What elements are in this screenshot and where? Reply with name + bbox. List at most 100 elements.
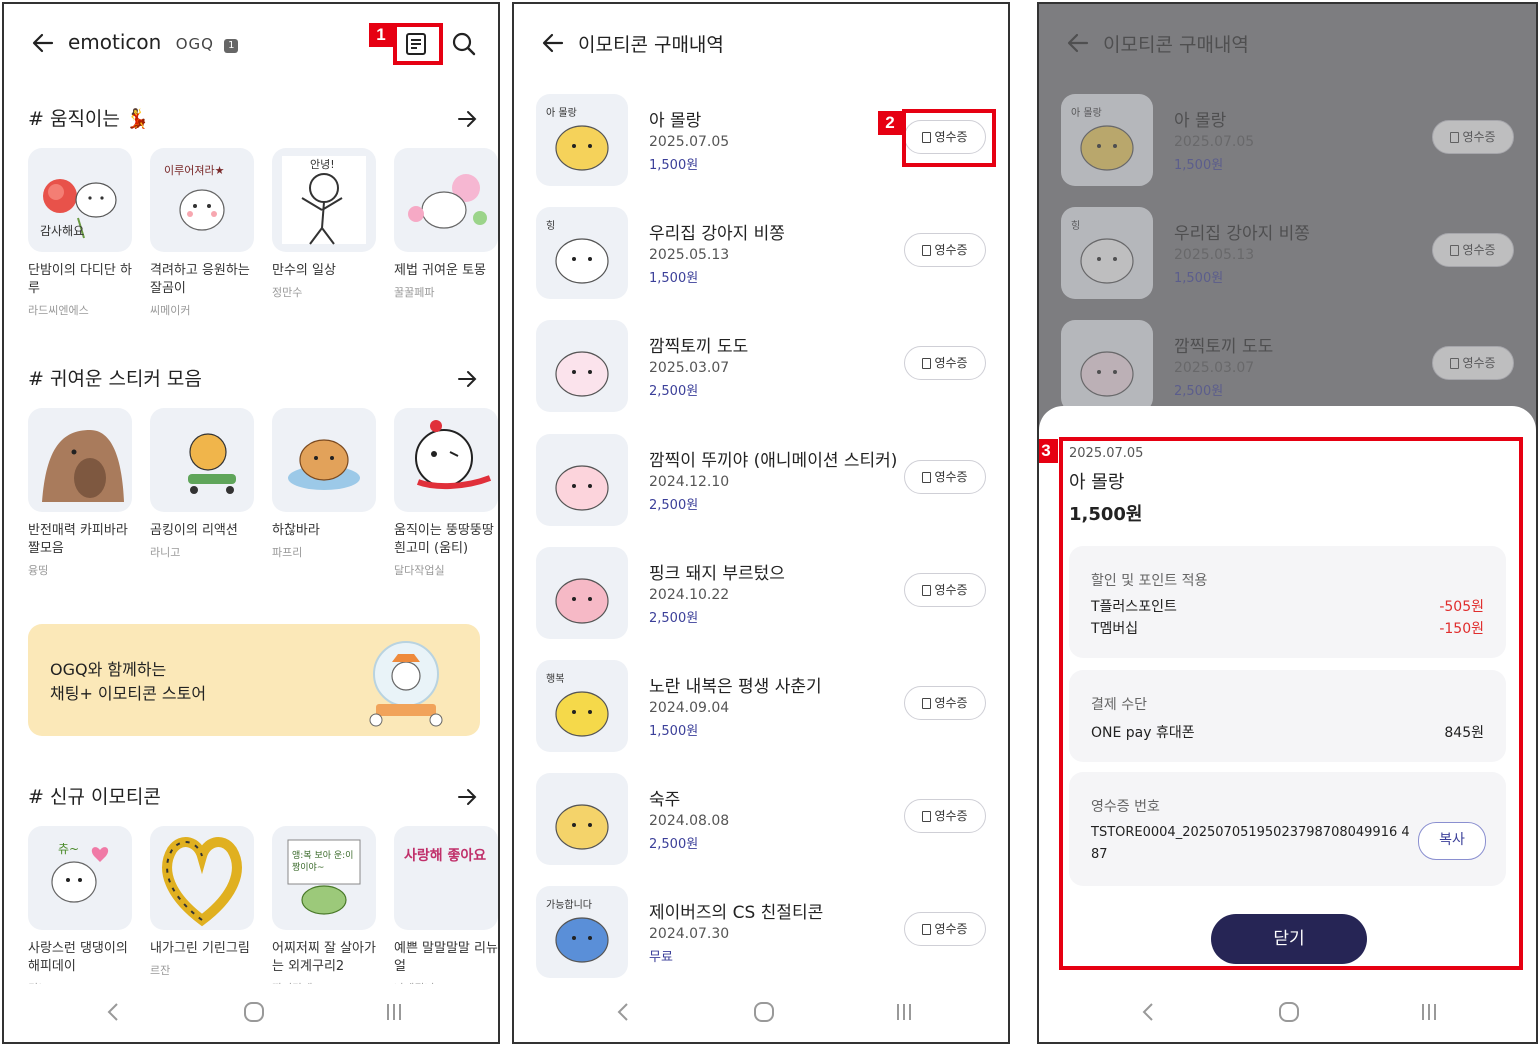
banner-text: OGQ와 함께하는 채팅+ 이모티콘 스토어 [50, 658, 206, 706]
brand-logo: OGQ [175, 35, 214, 53]
receipt-icon [1450, 245, 1460, 257]
emoticon-thumbnail[interactable]: 행복 [536, 660, 628, 752]
nav-home-icon[interactable] [752, 1000, 776, 1024]
receipt-button[interactable]: 영수증 [904, 912, 986, 947]
emoticon-thumbnail[interactable]: 아 몰랑 [536, 94, 628, 186]
nav-back-icon[interactable] [1137, 1000, 1161, 1024]
emoticon-card[interactable]: 곰킹이의 리액션 라니고 [150, 408, 254, 560]
purchase-item-name: 깜찍이 뚜끼야 (애니메이션 스티커) [649, 450, 898, 471]
nav-home-icon[interactable] [1277, 1000, 1301, 1024]
store-banner[interactable]: OGQ와 함께하는 채팅+ 이모티콘 스토어 [28, 624, 480, 736]
emoticon-name: 격려하고 응원하는 잘곰이 [150, 263, 250, 296]
emoticon-card[interactable]: 하찮바라 파프리 [272, 408, 376, 560]
receipt-button-label: 영수증 [934, 243, 968, 258]
purchase-item: 숙주 2024.08.08 2,500원 영수증 [514, 773, 1008, 873]
back-arrow-icon[interactable] [30, 30, 56, 56]
emoticon-thumbnail[interactable] [536, 433, 628, 526]
purchase-item-name: 우리집 강아지 비쫑 [1174, 224, 1310, 245]
emoticon-name: 움직이는 뚱땅뚱땅 흰고미 (움티) [394, 523, 494, 556]
emoticon-thumbnail [272, 408, 376, 512]
emoticon-thumbnail [28, 408, 132, 512]
nav-recent-apps-icon[interactable] [892, 1000, 916, 1024]
emoticon-thumbnail-art [555, 351, 609, 397]
emoticon-thumbnail[interactable]: 힝 [1061, 207, 1153, 300]
purchase-item-date: 2025.05.13 [1174, 247, 1255, 264]
purchase-item-name: 숙주 [649, 790, 681, 811]
card-row-new: 츄~ 사랑스런 댕댕이의 해피데이 킨노 내가그린 기린그림 르잔 앵:복 보아… [28, 826, 498, 1006]
emoticon-thumbnail: 츄~ [28, 826, 132, 930]
receipt-button[interactable]: 영수증 [904, 233, 986, 268]
purchase-item-name: 제이버즈의 CS 친절티콘 [649, 903, 824, 924]
emoticon-thumbnail-art [1080, 351, 1134, 397]
receipt-button[interactable]: 영수증 [1432, 346, 1514, 381]
emoticon-thumbnail-art [555, 804, 609, 850]
receipt-button[interactable]: 영수증 [1432, 233, 1514, 268]
purchase-item-price: 1,500원 [649, 271, 699, 287]
receipt-button[interactable]: 영수증 [904, 572, 986, 607]
emoticon-card[interactable]: 안녕! 만수의 일상 정만수 [272, 148, 376, 300]
emoticon-name: 하찮바라 [272, 523, 320, 538]
emoticon-card[interactable]: 움직이는 뚱땅뚱땅 흰고미 (움티) 달다작업실 [394, 408, 498, 578]
emoticon-thumbnail [150, 408, 254, 512]
arrow-right-icon[interactable] [456, 108, 478, 130]
highlight-box-2 [902, 109, 996, 167]
receipt-button[interactable]: 영수증 [1432, 120, 1514, 154]
emoticon-card[interactable]: 내가그린 기린그림 르잔 [150, 826, 254, 978]
purchase-item-date: 2024.07.30 [649, 926, 730, 943]
receipt-button[interactable]: 영수증 [904, 459, 986, 494]
emoticon-thumbnail[interactable] [1061, 320, 1153, 413]
purchase-item-name: 핑크 돼지 부르텄으 [649, 563, 785, 584]
emoticon-thumbnail[interactable] [536, 546, 628, 639]
emoticon-card[interactable]: 감사해요 단밤이의 다디단 하루 라드씨엔에스 [28, 148, 132, 318]
thumbnail-caption: 가능합니다 [546, 900, 592, 912]
nav-recent-apps-icon[interactable] [382, 1000, 406, 1024]
emoticon-thumbnail[interactable]: 가능합니다 [536, 886, 628, 979]
back-arrow-icon[interactable] [540, 30, 566, 56]
nav-home-icon[interactable] [242, 1000, 266, 1024]
emoticon-thumbnail: 안녕! [272, 148, 376, 252]
thumbnail-caption: 사랑해 좋아요 [404, 848, 487, 864]
search-icon[interactable] [451, 31, 477, 57]
purchase-item-date: 2024.09.04 [649, 700, 730, 716]
store-title-text: emoticon [68, 30, 162, 54]
receipt-button-label: 영수증 [934, 922, 968, 937]
emoticon-card[interactable]: 반전매력 카피바라 짤모음 융띵 [28, 408, 132, 578]
emoticon-thumbnail: 사랑해 좋아요 [394, 826, 498, 930]
nav-back-icon[interactable] [612, 1000, 636, 1024]
purchase-item-date: 2025.07.05 [649, 134, 730, 150]
purchase-item-date: 2024.10.22 [649, 586, 730, 603]
emoticon-card[interactable]: 제법 귀여운 토몽 꿀꿀페파 [394, 148, 498, 300]
arrow-right-icon[interactable] [456, 786, 478, 808]
emoticon-card[interactable]: 츄~ 사랑스런 댕댕이의 해피데이 킨노 [28, 826, 132, 996]
receipt-button[interactable]: 영수증 [904, 346, 986, 381]
nav-back-icon[interactable] [102, 1000, 126, 1024]
emoticon-thumbnail[interactable] [536, 320, 628, 413]
emoticon-name: 예쁜 말말말말 리뉴얼 [394, 941, 498, 974]
store-title: emoticon OGQ 1 [68, 30, 239, 54]
emoticon-name: 곰킹이의 리액션 [150, 523, 238, 538]
emoticon-thumbnail[interactable]: 아 몰랑 [1061, 94, 1153, 186]
purchase-item: 행복 노란 내복은 평생 사춘기 2024.09.04 1,500원 영수증 [514, 660, 1008, 760]
arrow-right-icon[interactable] [456, 368, 478, 390]
emoticon-thumbnail[interactable] [536, 773, 628, 866]
emoticon-card[interactable]: 이루어져라★ 격려하고 응원하는 잘곰이 씨메이커 [150, 148, 254, 318]
emoticon-thumbnail[interactable]: 힝 [536, 207, 628, 300]
purchase-item-price: 2,500원 [649, 837, 699, 853]
receipt-button[interactable]: 영수증 [904, 686, 986, 720]
purchase-item: 아 몰랑 아 몰랑 2025.07.05 1,500원 영수증 [1039, 94, 1536, 194]
emoticon-card[interactable]: 앵:복 보아 운:이 짱이야~ 어찌저찌 잘 살아가는 외계구리2 깐지라네 [272, 826, 376, 996]
back-arrow-icon [1067, 33, 1089, 53]
receipt-button-label: 영수증 [934, 356, 968, 371]
nav-recent-apps-icon[interactable] [1417, 1000, 1441, 1024]
emoticon-thumbnail: 앵:복 보아 운:이 짱이야~ [272, 826, 376, 930]
purchase-item-date: 2025.07.05 [1174, 134, 1255, 150]
receipt-detail-screen: 이모티콘 구매내역 아 몰랑 아 몰랑 2025.07.05 1,500원 영수증 힝 우리… [1037, 2, 1538, 1044]
purchase-item-name: 아 몰랑 [649, 111, 702, 131]
receipt-button[interactable]: 영수증 [904, 799, 986, 834]
emoticon-author: 르잔 [150, 964, 171, 977]
emoticon-name: 내가그린 기린그림 [150, 941, 250, 956]
emoticon-card[interactable]: 사랑해 좋아요 예쁜 말말말말 리뉴얼 나메뭐니 [394, 826, 498, 996]
purchase-item-price: 2,500원 [1174, 384, 1224, 400]
purchase-item-name: 깜찍토끼 도도 [649, 337, 749, 358]
annotation-tag-2: 2 [878, 111, 902, 135]
